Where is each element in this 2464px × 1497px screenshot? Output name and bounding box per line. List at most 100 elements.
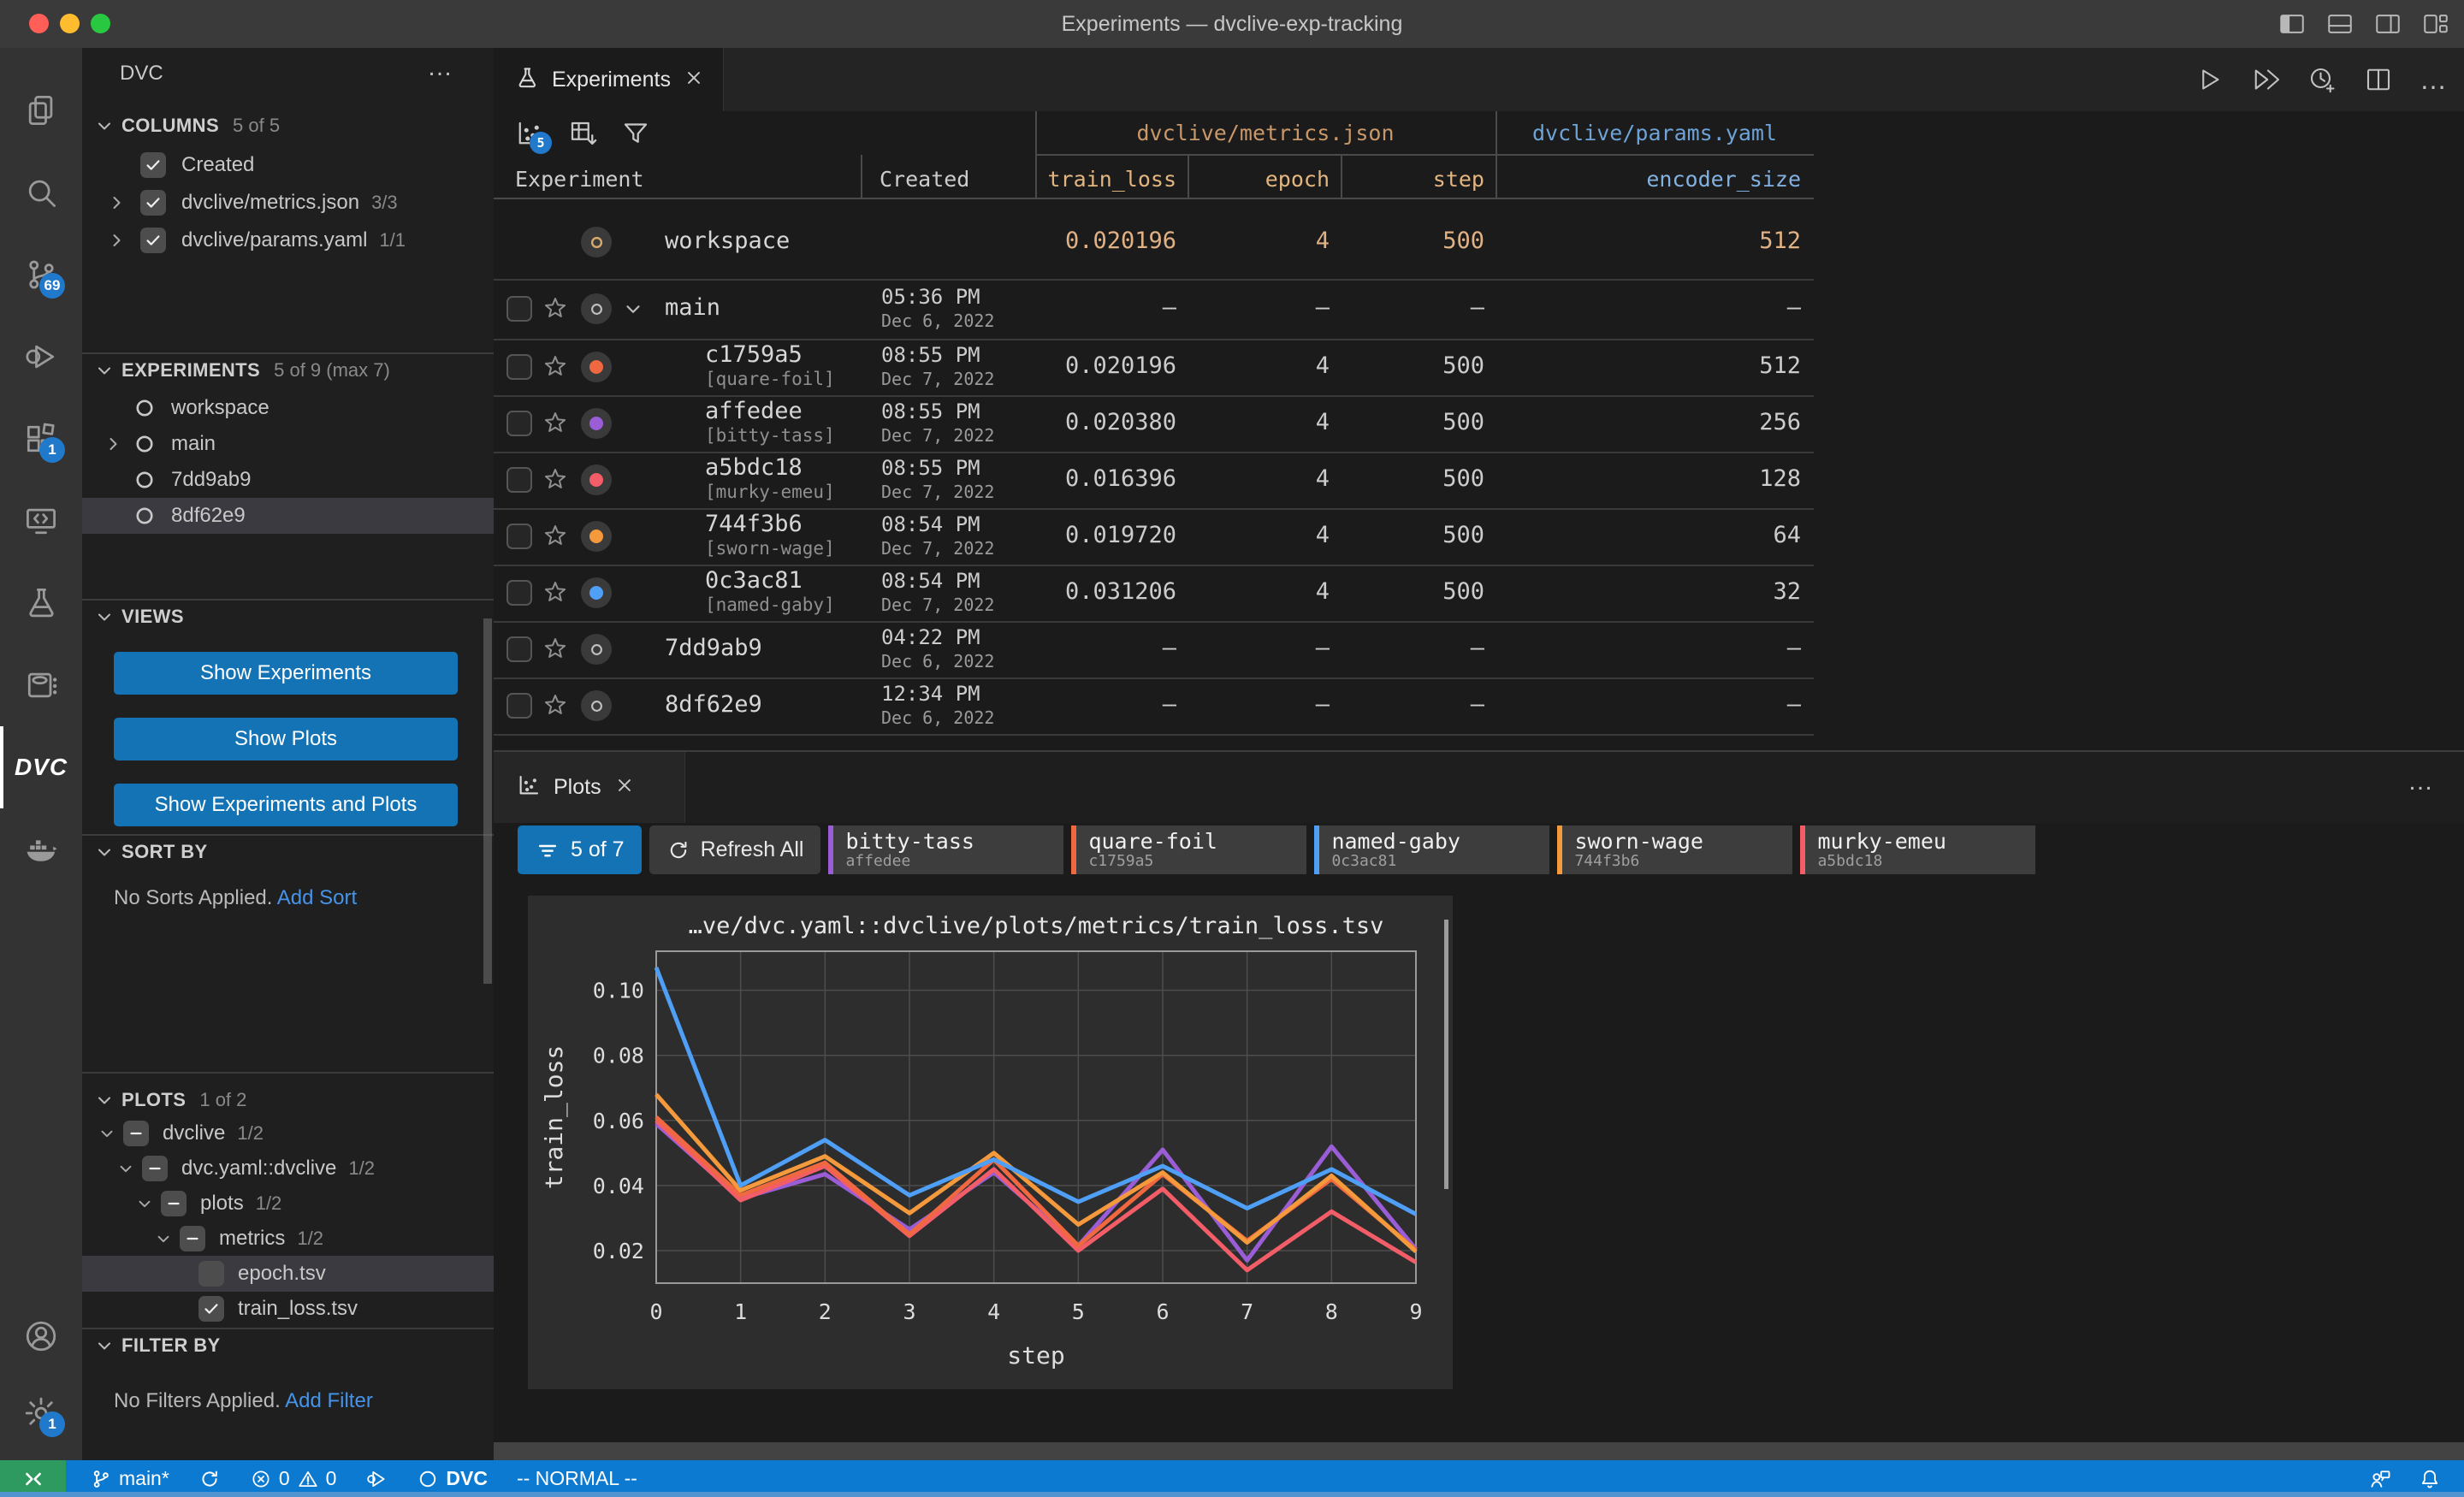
more-actions-icon[interactable]: … (2420, 64, 2447, 95)
experiment-chip-named-gaby[interactable]: named-gaby0c3ac81 (1314, 825, 1549, 874)
more-actions-icon[interactable]: … (2408, 767, 2433, 796)
table-row-affedee[interactable]: affedee[bitty-tass]08:55 PMDec 7, 20220.… (494, 395, 1814, 452)
checkbox-mixed[interactable] (161, 1191, 187, 1216)
cell-value: 512 (494, 228, 1801, 254)
section-header-filter-by[interactable]: FILTER BY (82, 1329, 494, 1362)
activity-item-extensions[interactable]: 1 (0, 398, 82, 480)
table-row-744f3b6[interactable]: 744f3b6[sworn-wage]08:54 PMDec 7, 20220.… (494, 508, 1814, 565)
checkbox-checked[interactable] (140, 228, 166, 253)
experiments-row-main[interactable]: main (82, 426, 494, 462)
plots-tree-row-train-loss-tsv[interactable]: train_loss.tsv (82, 1291, 494, 1327)
layout-customize-icon[interactable] (2421, 9, 2450, 38)
plots-tree-row-epoch-tsv[interactable]: epoch.tsv (82, 1256, 494, 1292)
run-icon[interactable] (2194, 64, 2224, 95)
table-row-7dd9ab9[interactable]: 7dd9ab904:22 PMDec 6, 2022–––– (494, 621, 1814, 677)
button-show-experiments-and-plots[interactable]: Show Experiments and Plots (114, 784, 458, 826)
checkbox-unchecked[interactable] (198, 1261, 224, 1287)
table-row-main[interactable]: main05:36 PMDec 6, 2022–––– (494, 279, 1814, 339)
activity-item-explorer[interactable] (0, 69, 82, 151)
activity-item-settings[interactable]: 1 (0, 1372, 82, 1454)
checkbox-mixed[interactable] (142, 1156, 168, 1181)
checkbox-checked[interactable] (140, 152, 166, 178)
add-filter-link[interactable]: Add Filter (285, 1389, 373, 1412)
close-tab-icon[interactable] (613, 774, 636, 801)
section-header-views[interactable]: VIEWS (82, 601, 494, 633)
columns-row-dvclive-metrics-json[interactable]: dvclive/metrics.json3/3 (82, 185, 494, 221)
group-header-metrics[interactable]: dvclive/metrics.json (1035, 111, 1496, 155)
section-header-plots[interactable]: PLOTS1 of 2 (82, 1084, 494, 1116)
feedback-icon[interactable] (2368, 1467, 2392, 1491)
add-timer-icon[interactable] (2307, 64, 2337, 95)
series-744f3b6 (656, 1094, 1416, 1251)
layout-sidebar-right-icon[interactable] (2373, 9, 2402, 38)
table-row-a5bdc18[interactable]: a5bdc18[murky-emeu]08:55 PMDec 7, 20220.… (494, 452, 1814, 508)
checkbox-checked[interactable] (198, 1296, 224, 1322)
experiments-row-workspace[interactable]: workspace (82, 390, 494, 426)
close-tab-icon[interactable] (683, 67, 705, 93)
run-all-icon[interactable] (2250, 64, 2281, 95)
plots-icon[interactable]: 5 (514, 118, 545, 149)
button-show-plots[interactable]: Show Plots (114, 718, 458, 760)
plots-vertical-scrollbar[interactable] (1444, 920, 1448, 1189)
plots-tree-row-metrics[interactable]: metrics1/2 (82, 1221, 494, 1257)
sidebar: DVC … COLUMNS5 of 5Createddvclive/metric… (82, 48, 494, 1460)
experiments-row-7dd9ab9[interactable]: 7dd9ab9 (82, 462, 494, 498)
activity-item-dvc[interactable]: DVC (0, 726, 82, 808)
section-header-experiments[interactable]: EXPERIMENTS5 of 9 (max 7) (82, 354, 494, 387)
activity-item-testing[interactable] (0, 562, 82, 644)
column-header-encoder_size[interactable]: encoder_size (494, 161, 1801, 198)
columns-row-Created[interactable]: Created (82, 147, 494, 183)
more-actions-icon[interactable]: … (427, 53, 454, 82)
debug-status[interactable] (365, 1468, 388, 1490)
checkbox-checked[interactable] (140, 190, 166, 216)
experiment-chip-murky-emeu[interactable]: murky-emeua5bdc18 (1800, 825, 2035, 874)
activity-item-run-and-debug[interactable] (0, 316, 82, 398)
move-to-table-icon[interactable] (567, 118, 598, 149)
activity-item-remote-explorer[interactable] (0, 480, 82, 562)
train-loss-plot-tile[interactable]: …ve/dvc.yaml::dvclive/plots/metrics/trai… (528, 896, 1453, 1389)
activity-item-accounts[interactable] (0, 1295, 82, 1377)
section-header-sort-by[interactable]: SORT BY (82, 836, 494, 868)
tab-experiments[interactable]: Experiments (494, 48, 724, 111)
plots-tree-row-dvclive[interactable]: dvclive1/2 (82, 1115, 494, 1151)
notifications-bell-icon[interactable] (2418, 1467, 2442, 1491)
plots-horizontal-scrollbar[interactable] (494, 1442, 2464, 1460)
refresh-all-button[interactable]: Refresh All (649, 825, 821, 874)
table-row-workspace[interactable]: workspace0.0201964500512 (494, 205, 1814, 279)
tab-plots[interactable]: Plots (494, 752, 685, 823)
activity-item-containers[interactable] (0, 644, 82, 726)
layout-panel-icon[interactable] (2325, 9, 2354, 38)
section-header-columns[interactable]: COLUMNS5 of 5 (82, 109, 494, 142)
row-separator (494, 452, 1814, 453)
experiment-chip-sworn-wage[interactable]: sworn-wage744f3b6 (1557, 825, 1792, 874)
sidebar-scrollbar[interactable] (483, 618, 492, 984)
problems-status[interactable]: 00 (250, 1467, 337, 1490)
checkbox-mixed[interactable] (123, 1121, 149, 1146)
group-header-params[interactable]: dvclive/params.yaml (1496, 111, 1814, 155)
checkbox-mixed[interactable] (180, 1226, 205, 1251)
column-separator (1188, 155, 1189, 198)
table-row-8df62e9[interactable]: 8df62e912:34 PMDec 6, 2022–––– (494, 677, 1814, 734)
filter-icon[interactable] (620, 118, 651, 149)
layout-sidebar-left-icon[interactable] (2277, 9, 2307, 38)
columns-row-dvclive-params-yaml[interactable]: dvclive/params.yaml1/1 (82, 222, 494, 258)
plots-tree-row-dvc-yaml-dvclive[interactable]: dvc.yaml::dvclive1/2 (82, 1151, 494, 1186)
table-row-0c3ac81[interactable]: 0c3ac81[named-gaby]08:54 PMDec 7, 20220.… (494, 565, 1814, 621)
activity-item-search[interactable] (0, 151, 82, 234)
dvc-status[interactable]: DVC (417, 1467, 488, 1490)
plots-tree-row-plots[interactable]: plots1/2 (82, 1186, 494, 1222)
vim-mode-status[interactable]: -- NORMAL -- (517, 1467, 637, 1490)
branch-status[interactable]: main* (90, 1467, 169, 1490)
table-row-c1759a5[interactable]: c1759a5[quare-foil]08:55 PMDec 7, 20220.… (494, 339, 1814, 395)
sync-status[interactable] (198, 1468, 221, 1490)
activity-item-docker[interactable] (0, 808, 82, 891)
button-show-experiments[interactable]: Show Experiments (114, 652, 458, 695)
add-sort-link[interactable]: Add Sort (277, 886, 357, 909)
plots-filter-button[interactable]: 5 of 7 (518, 825, 642, 874)
experiments-row-8df62e9[interactable]: 8df62e9 (82, 498, 494, 534)
activity-item-source-control[interactable]: 69 (0, 234, 82, 316)
split-editor-icon[interactable] (2363, 64, 2394, 95)
badge: 1 (39, 1411, 65, 1437)
experiment-chip-quare-foil[interactable]: quare-foilc1759a5 (1071, 825, 1306, 874)
experiment-chip-bitty-tass[interactable]: bitty-tassaffedee (828, 825, 1063, 874)
